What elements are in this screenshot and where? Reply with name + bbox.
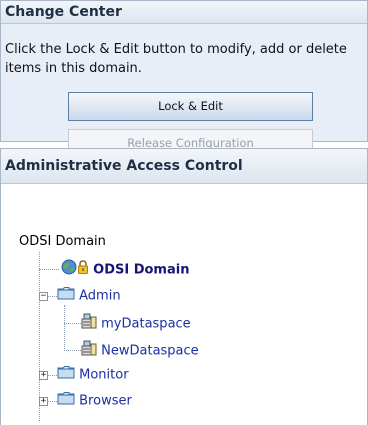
dataspace-icon — [81, 340, 97, 363]
globe-icon — [61, 259, 77, 282]
access-control-panel: Administrative Access Control ODSI Domai… — [0, 148, 368, 425]
lock-edit-button[interactable]: Lock & Edit — [68, 92, 313, 121]
tree-node-odsi-domain[interactable]: ODSI Domain — [61, 259, 189, 279]
tree-node-admin[interactable]: Admin — [57, 286, 121, 306]
folder-icon — [57, 365, 75, 386]
domain-tree: ODSI Domain ODSI Domain − Admin myDatasp… — [1, 149, 367, 425]
tree-node-label: Admin — [79, 288, 121, 304]
tree-connector — [64, 350, 81, 351]
tree-connector — [64, 323, 81, 324]
tree-node-monitor[interactable]: Monitor — [57, 365, 129, 385]
tree-connector — [39, 252, 40, 421]
collapse-toggle-admin[interactable]: − — [39, 292, 48, 301]
lock-icon — [77, 259, 89, 282]
tree-root-label: ODSI Domain — [19, 234, 106, 249]
tree-node-newdataspace[interactable]: NewDataspace — [81, 340, 199, 360]
tree-node-label: Browser — [79, 393, 132, 409]
expand-toggle-monitor[interactable]: + — [39, 371, 48, 380]
folder-icon — [57, 286, 75, 307]
tree-node-label: NewDataspace — [101, 343, 199, 359]
change-center-message: Click the Lock & Edit button to modify, … — [5, 42, 347, 76]
tree-node-label: Monitor — [79, 367, 129, 383]
tree-node-label: ODSI Domain — [93, 262, 190, 278]
tree-node-label: myDataspace — [101, 316, 191, 332]
tree-node-mydataspace[interactable]: myDataspace — [81, 313, 191, 333]
tree-connector — [39, 269, 59, 270]
expand-toggle-browser[interactable]: + — [39, 397, 48, 406]
change-center-title: Change Center — [1, 1, 367, 24]
tree-connector — [64, 305, 65, 351]
folder-icon — [57, 391, 75, 412]
dataspace-icon — [81, 313, 97, 336]
tree-node-browser[interactable]: Browser — [57, 391, 132, 411]
